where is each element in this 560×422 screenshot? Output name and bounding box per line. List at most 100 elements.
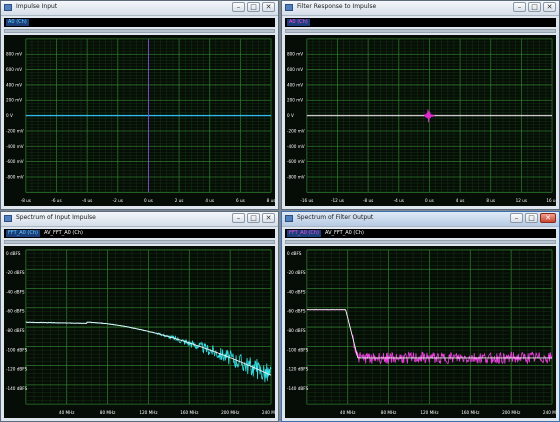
minimize-button[interactable]: – [510, 213, 523, 223]
y-tick-label: 0 V [287, 113, 294, 118]
maximize-button[interactable]: □ [528, 2, 541, 12]
x-tick-label: 160 MHz [461, 410, 479, 415]
output-spectrum-window: Spectrum of Filter Output – □ ✕ FFT_A0 (… [281, 211, 560, 422]
x-tick-label: 240 MHz [262, 410, 275, 415]
window-title: Filter Response to Impulse [297, 3, 377, 10]
impulse-input-window: Impulse Input – □ ✕ A0 (Ch) 800 mV 600 mV… [0, 0, 279, 210]
window-app-icon [4, 4, 12, 11]
legend-item-fft[interactable]: FFT_A0 (Ch) [6, 230, 40, 237]
y-tick-label: -600 mV [6, 159, 24, 164]
x-tick-label: 80 MHz [381, 410, 397, 415]
y-tick-label: 800 mV [287, 52, 303, 57]
window-titlebar[interactable]: Impulse Input – □ ✕ [1, 1, 278, 16]
x-tick-label: 4 us [456, 198, 465, 203]
y-tick-label: -20 dBFS [287, 270, 306, 275]
y-tick-label: -600 mV [287, 159, 305, 164]
x-tick-label: 40 MHz [59, 410, 75, 415]
x-tick-label: -6 us [51, 198, 61, 203]
horizontal-scrollbar[interactable] [285, 240, 556, 244]
y-tick-label: -100 dBFS [6, 347, 28, 352]
y-tick-label: -100 dBFS [287, 347, 309, 352]
spectrum-plot[interactable]: 0 dBFS -20 dBFS -40 dBFS -60 dBFS -80 dBFS -1… [285, 246, 556, 418]
x-tick-label: 40 MHz [340, 410, 356, 415]
spectrum-plot[interactable]: 0 dBFS -20 dBFS -40 dBFS -60 dBFS -80 dBFS -1… [4, 246, 275, 418]
y-tick-label: -200 mV [287, 128, 305, 133]
y-tick-label: -20 dBFS [6, 270, 25, 275]
window-titlebar[interactable]: Filter Response to Impulse – □ ✕ [282, 1, 559, 16]
x-tick-label: -4 us [82, 198, 92, 203]
window-title: Impulse Input [16, 3, 58, 10]
x-tick-label: 4 us [205, 198, 214, 203]
window-app-icon [285, 4, 293, 11]
window-title: Spectrum of Input Impulse [16, 214, 96, 221]
horizontal-scrollbar[interactable] [4, 240, 275, 244]
y-tick-label: -120 dBFS [6, 367, 28, 372]
y-tick-label: -400 mV [287, 144, 305, 149]
minimize-button[interactable]: – [232, 2, 245, 12]
maximize-button[interactable]: □ [525, 213, 538, 223]
x-tick-label: -4 us [394, 198, 404, 203]
y-tick-label: -80 dBFS [287, 328, 306, 333]
y-tick-label: 200 mV [287, 98, 303, 103]
legend-item-fft[interactable]: FFT_A0 (Ch) [287, 230, 321, 237]
y-tick-label: 0 dBFS [287, 251, 302, 256]
window-titlebar[interactable]: Spectrum of Filter Output – □ ✕ [282, 212, 559, 227]
x-tick-label: 120 MHz [420, 410, 438, 415]
channel-legend: FFT_A0 (Ch) AV_FFT_A0 (Ch) [4, 229, 275, 238]
x-tick-label: 160 MHz [180, 410, 198, 415]
y-tick-label: -800 mV [6, 174, 24, 179]
y-tick-label: -400 mV [6, 144, 24, 149]
x-tick-label: 8 us [486, 198, 495, 203]
time-domain-plot[interactable]: 800 mV 600 mV 400 mV 200 mV 0 V -200 mV -400 m… [285, 35, 556, 206]
x-tick-label: -2 us [113, 198, 123, 203]
horizontal-scrollbar[interactable] [285, 29, 556, 33]
y-tick-label: 600 mV [287, 67, 303, 72]
minimize-button[interactable]: – [513, 2, 526, 12]
y-tick-label: -60 dBFS [6, 309, 25, 314]
x-tick-label: 240 MHz [543, 410, 556, 415]
y-tick-label: -40 dBFS [6, 289, 25, 294]
window-title: Spectrum of Filter Output [297, 214, 374, 221]
close-button[interactable]: ✕ [262, 213, 275, 223]
x-tick-label: 16 us [546, 198, 556, 203]
legend-item-a0[interactable]: A0 (Ch) [287, 19, 310, 26]
x-tick-label: 200 MHz [502, 410, 520, 415]
y-tick-label: -200 mV [6, 128, 24, 133]
y-tick-label: -140 dBFS [6, 386, 28, 391]
window-app-icon [4, 215, 12, 222]
x-tick-label: 120 MHz [139, 410, 157, 415]
channel-legend: FFT_A0 (Ch) AV_FFT_A0 (Ch) [285, 229, 556, 238]
y-tick-label: -40 dBFS [287, 289, 306, 294]
y-tick-label: 400 mV [287, 82, 303, 87]
close-button[interactable]: ✕ [543, 2, 556, 12]
y-tick-label: -120 dBFS [287, 367, 309, 372]
y-tick-label: 800 mV [6, 52, 22, 57]
time-domain-plot[interactable]: 800 mV 600 mV 400 mV 200 mV 0 V -200 mV -400 m… [4, 35, 275, 206]
y-tick-label: 0 V [6, 113, 13, 118]
x-tick-label: 0 us [425, 198, 434, 203]
y-tick-label: 0 dBFS [6, 251, 21, 256]
input-spectrum-window: Spectrum of Input Impulse – □ ✕ FFT_A0 (… [0, 211, 279, 422]
legend-item-avg-fft[interactable]: AV_FFT_A0 (Ch) [323, 230, 366, 237]
window-titlebar[interactable]: Spectrum of Input Impulse – □ ✕ [1, 212, 278, 227]
maximize-button[interactable]: □ [247, 2, 260, 12]
legend-item-avg-fft[interactable]: AV_FFT_A0 (Ch) [42, 230, 85, 237]
close-button[interactable]: ✕ [262, 2, 275, 12]
channel-legend: A0 (Ch) [285, 18, 556, 27]
x-tick-label: 12 us [516, 198, 527, 203]
x-tick-label: -8 us [363, 198, 373, 203]
horizontal-scrollbar[interactable] [4, 29, 275, 33]
x-tick-label: -12 us [331, 198, 344, 203]
x-tick-label: 0 us [144, 198, 153, 203]
y-tick-label: -60 dBFS [287, 309, 306, 314]
filter-response-window: Filter Response to Impulse – □ ✕ A0 (Ch)… [281, 0, 560, 210]
y-tick-label: -800 mV [287, 174, 305, 179]
y-tick-label: 200 mV [6, 98, 22, 103]
minimize-button[interactable]: – [232, 213, 245, 223]
x-tick-label: 80 MHz [100, 410, 116, 415]
window-app-icon [285, 215, 293, 222]
legend-item-a0[interactable]: A0 (Ch) [6, 19, 29, 26]
close-button[interactable]: ✕ [540, 213, 556, 223]
x-tick-label: -8 us [21, 198, 31, 203]
maximize-button[interactable]: □ [247, 213, 260, 223]
